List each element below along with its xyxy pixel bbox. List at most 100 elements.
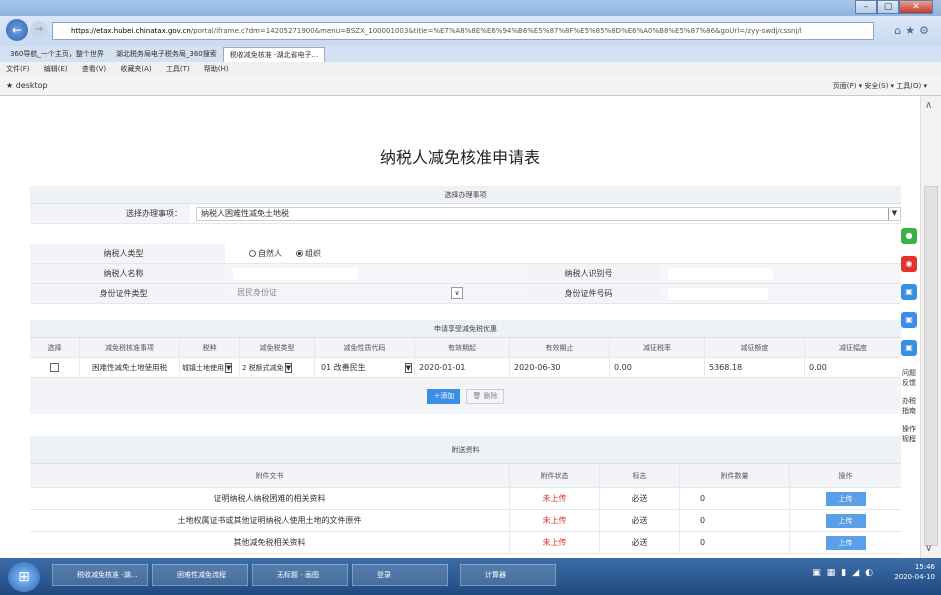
section-select-item: 选择办理事项 选择办理事项： 纳税人困难性减免土地税 ▼ — [30, 186, 901, 224]
app-icon[interactable]: ▣ — [901, 284, 917, 300]
attachments-header: 附送资料 — [30, 436, 901, 464]
menu-edit[interactable]: 编辑(E) — [44, 65, 68, 73]
tab-360-home[interactable]: 360导航_一个主页，整个世界 — [4, 47, 110, 62]
row-rate[interactable]: 0.00 — [610, 358, 705, 377]
add-button[interactable]: ＋添加 — [427, 388, 461, 404]
start-button[interactable]: ⊞ — [8, 562, 40, 592]
taskbar: ⊞ 税收减免核准 -湖... 困难性减免流程 无标题 - 画图 登录 计算器 ▣… — [0, 558, 941, 595]
menu-file[interactable]: 文件(F) — [6, 65, 30, 73]
taskbar-ie[interactable]: 税收减免核准 -湖... — [52, 564, 148, 586]
taskbar-folder[interactable]: 困难性减免流程 — [152, 564, 248, 586]
menu-help[interactable]: 帮助(H) — [204, 65, 229, 73]
col-action: 操作 — [838, 471, 853, 480]
row-checkbox[interactable] — [50, 363, 59, 372]
taxpayer-id-input[interactable] — [668, 267, 773, 280]
row-tax-select[interactable]: 城镇土地使用 ▼ — [180, 358, 240, 377]
attachment-doc: 其他减免税相关资料 — [30, 532, 510, 553]
tab-search[interactable]: 湖北税务局电子税务局_360搜索 — [110, 47, 223, 62]
upload-button[interactable]: 上传 — [825, 535, 866, 550]
delete-button-label: 删除 — [483, 391, 498, 400]
id-number-input[interactable] — [668, 287, 768, 300]
procedure-link[interactable]: 操作规程 — [899, 424, 919, 444]
attachment-flag: 必送 — [600, 532, 680, 553]
col-code: 减免性质代码 — [315, 338, 415, 357]
url-input[interactable]: https://etax.hubei.chinatax.gov.cn/porta… — [52, 22, 874, 40]
section-relief: 申请享受减免税优惠 选择 减免税核准事项 税种 减免税类型 减免性质代码 有效期… — [30, 320, 901, 414]
scroll-down-icon[interactable]: ∨ — [925, 543, 932, 554]
chevron-down-icon: ▼ — [225, 362, 233, 373]
row-range[interactable]: 0.00 — [805, 358, 901, 377]
favorite-desktop[interactable]: desktop — [16, 81, 48, 90]
scroll-thumb[interactable] — [924, 186, 938, 546]
weibo-icon[interactable]: ◉ — [901, 256, 917, 272]
wechat-icon[interactable]: ● — [901, 228, 917, 244]
taskbar-login[interactable]: 登录 — [352, 564, 448, 586]
minimize-button[interactable]: – — [855, 0, 877, 14]
relief-table-header: 选择 减免税核准事项 税种 减免税类型 减免性质代码 有效期起 有效期止 减征税… — [30, 338, 901, 358]
app-icon[interactable]: ▣ — [901, 340, 917, 356]
close-button[interactable]: ✕ — [899, 0, 933, 14]
attachment-status: 未上传 — [510, 510, 600, 531]
attachment-count: 0 — [680, 532, 790, 553]
delete-button[interactable]: 🗑 删除 — [466, 388, 504, 404]
guide-link[interactable]: 办税指南 — [899, 396, 919, 416]
maximize-button[interactable]: ▢ — [877, 0, 899, 14]
menu-favorites[interactable]: 收藏夹(A) — [120, 65, 151, 73]
taxpayer-type-label: 纳税人类型 — [30, 244, 225, 263]
toolbar-right[interactable]: 页面(P) ▾ 安全(S) ▾ 工具(O) ▾ — [833, 76, 927, 96]
row-type-select[interactable]: 2 税额式减免 ▼ — [240, 358, 315, 377]
page-title: 纳税人减免核准申请表 — [379, 148, 540, 167]
table-row: 其他减免税相关资料 未上传 必送 0 上传 — [30, 532, 901, 554]
col-doc: 附件文书 — [30, 464, 510, 487]
attachment-status: 未上传 — [510, 488, 600, 509]
row-end[interactable]: 2020-06-30 — [510, 358, 610, 377]
section-taxpayer: 纳税人类型 自然人 组织 纳税人名称 纳税人识别号 身份证件类型 居民身份证 ∨… — [30, 244, 901, 304]
scrollbar[interactable]: ∧ ∨ — [920, 96, 941, 558]
chevron-down-icon: ∨ — [451, 286, 463, 299]
row-amount[interactable]: 5368.18 — [705, 358, 805, 377]
menu-view[interactable]: 查看(V) — [82, 65, 106, 73]
row-code-select[interactable]: 01 改善民生 ▼ — [315, 358, 415, 377]
select-item-value: 纳税人困难性减免土地税 — [201, 208, 289, 218]
radio-org[interactable] — [296, 250, 303, 257]
chevron-down-icon: ▼ — [888, 207, 900, 220]
page-content: 纳税人减免核准申请表 选择办理事项 选择办理事项： 纳税人困难性减免土地税 ▼ … — [0, 96, 920, 558]
upload-button[interactable]: 上传 — [825, 513, 866, 528]
back-button[interactable]: ← — [6, 19, 28, 41]
scroll-up-icon[interactable]: ∧ — [925, 100, 932, 111]
col-flag: 标志 — [600, 464, 680, 487]
radio-natural[interactable] — [249, 250, 256, 257]
select-item-dropdown[interactable]: 纳税人困难性减免土地税 ▼ — [196, 206, 901, 221]
forward-button[interactable]: → — [30, 21, 48, 39]
menu-bar: 文件(F) 编辑(E) 查看(V) 收藏夹(A) 工具(T) 帮助(H) — [0, 62, 941, 76]
attachment-doc: 土地权属证书或其他证明纳税人使用土地的文件原件 — [30, 510, 510, 531]
table-row: 土地权属证书或其他证明纳税人使用土地的文件原件 未上传 必送 0 上传 — [30, 510, 901, 532]
tab-bar: 360导航_一个主页，整个世界 湖北税务局电子税务局_360搜索 税收减免核准 … — [0, 46, 941, 62]
menu-tools[interactable]: 工具(T) — [166, 65, 190, 73]
id-type-dropdown[interactable]: 居民身份证 ∨ — [233, 286, 463, 301]
taxpayer-id-label: 纳税人识别号 — [525, 264, 660, 283]
tab-active[interactable]: 税收减免核准 -湖北省电子... — [222, 47, 326, 62]
radio-natural-label: 自然人 — [258, 249, 282, 258]
clock[interactable]: 15:46 2020-04-10 — [894, 562, 935, 582]
chevron-down-icon: ▼ — [404, 362, 412, 373]
taskbar-paint[interactable]: 无标题 - 画图 — [252, 564, 348, 586]
feedback-link[interactable]: 问题反馈 — [899, 368, 919, 388]
taskbar-calculator[interactable]: 计算器 — [460, 564, 556, 586]
app-icon[interactable]: ▣ — [901, 312, 917, 328]
clock-date: 2020-04-10 — [894, 573, 935, 581]
tray-icons[interactable]: ▣▦▮◢◐ — [812, 568, 879, 578]
nav-icons[interactable]: ⌂★⚙ — [894, 24, 933, 37]
relief-actions: ＋添加 🗑 删除 — [30, 378, 901, 414]
col-amount: 减征额度 — [705, 338, 805, 357]
taxpayer-name-input[interactable] — [233, 267, 358, 280]
col-range: 减征幅度 — [839, 343, 867, 352]
side-tools: ● ◉ ▣ ▣ ▣ 问题反馈 办税指南 操作规程 — [899, 228, 919, 444]
col-item: 减免税核准事项 — [80, 338, 180, 357]
relief-header: 申请享受减免税优惠 — [30, 320, 901, 338]
star-icon[interactable]: ★ — [6, 81, 13, 90]
row-start[interactable]: 2020-01-01 — [415, 358, 510, 377]
upload-button[interactable]: 上传 — [825, 491, 866, 506]
attachment-doc: 证明纳税人纳税困难的相关资料 — [30, 488, 510, 509]
chevron-down-icon: ▼ — [284, 362, 293, 373]
